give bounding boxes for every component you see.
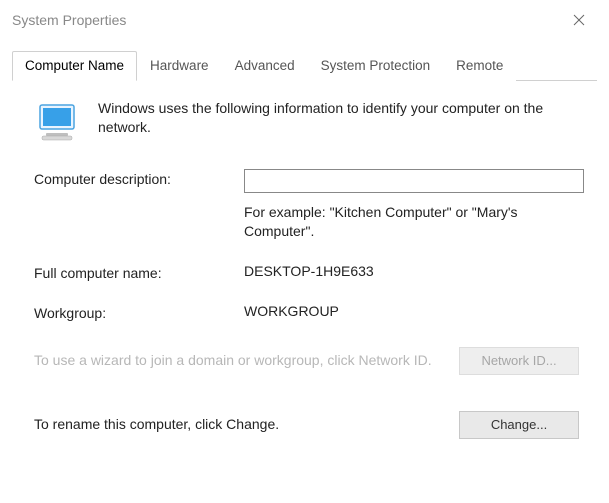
close-button[interactable]	[559, 6, 599, 34]
intro-text: Windows uses the following information t…	[98, 99, 579, 137]
text-network-id-desc: To use a wizard to join a domain or work…	[34, 351, 439, 370]
close-icon	[573, 14, 585, 26]
computer-icon	[34, 99, 82, 147]
row-full-name: Full computer name: DESKTOP-1H9E633	[34, 263, 579, 281]
label-workgroup: Workgroup:	[34, 303, 244, 321]
row-workgroup: Workgroup: WORKGROUP	[34, 303, 579, 321]
tab-remote[interactable]: Remote	[443, 51, 516, 81]
window-title: System Properties	[12, 12, 126, 28]
text-change-desc: To rename this computer, click Change.	[34, 415, 439, 434]
row-description-example: For example: "Kitchen Computer" or "Mary…	[34, 203, 579, 241]
value-workgroup: WORKGROUP	[244, 303, 579, 319]
button-network-id: Network ID...	[459, 347, 579, 375]
intro-row: Windows uses the following information t…	[34, 99, 579, 147]
row-description: Computer description:	[34, 169, 579, 193]
tab-system-protection[interactable]: System Protection	[308, 51, 444, 81]
row-change: To rename this computer, click Change. C…	[34, 411, 579, 439]
tab-strip: Computer Name Hardware Advanced System P…	[12, 50, 597, 81]
label-description: Computer description:	[34, 169, 244, 187]
tab-hardware[interactable]: Hardware	[137, 51, 222, 81]
tab-panel-computer-name: Windows uses the following information t…	[12, 81, 597, 457]
tab-advanced[interactable]: Advanced	[222, 51, 308, 81]
titlebar: System Properties	[0, 0, 609, 40]
text-description-example: For example: "Kitchen Computer" or "Mary…	[244, 203, 579, 241]
tab-computer-name[interactable]: Computer Name	[12, 51, 137, 81]
row-network-id: To use a wizard to join a domain or work…	[34, 347, 579, 375]
value-full-name: DESKTOP-1H9E633	[244, 263, 579, 279]
input-description[interactable]	[244, 169, 584, 193]
label-full-name: Full computer name:	[34, 263, 244, 281]
button-change[interactable]: Change...	[459, 411, 579, 439]
